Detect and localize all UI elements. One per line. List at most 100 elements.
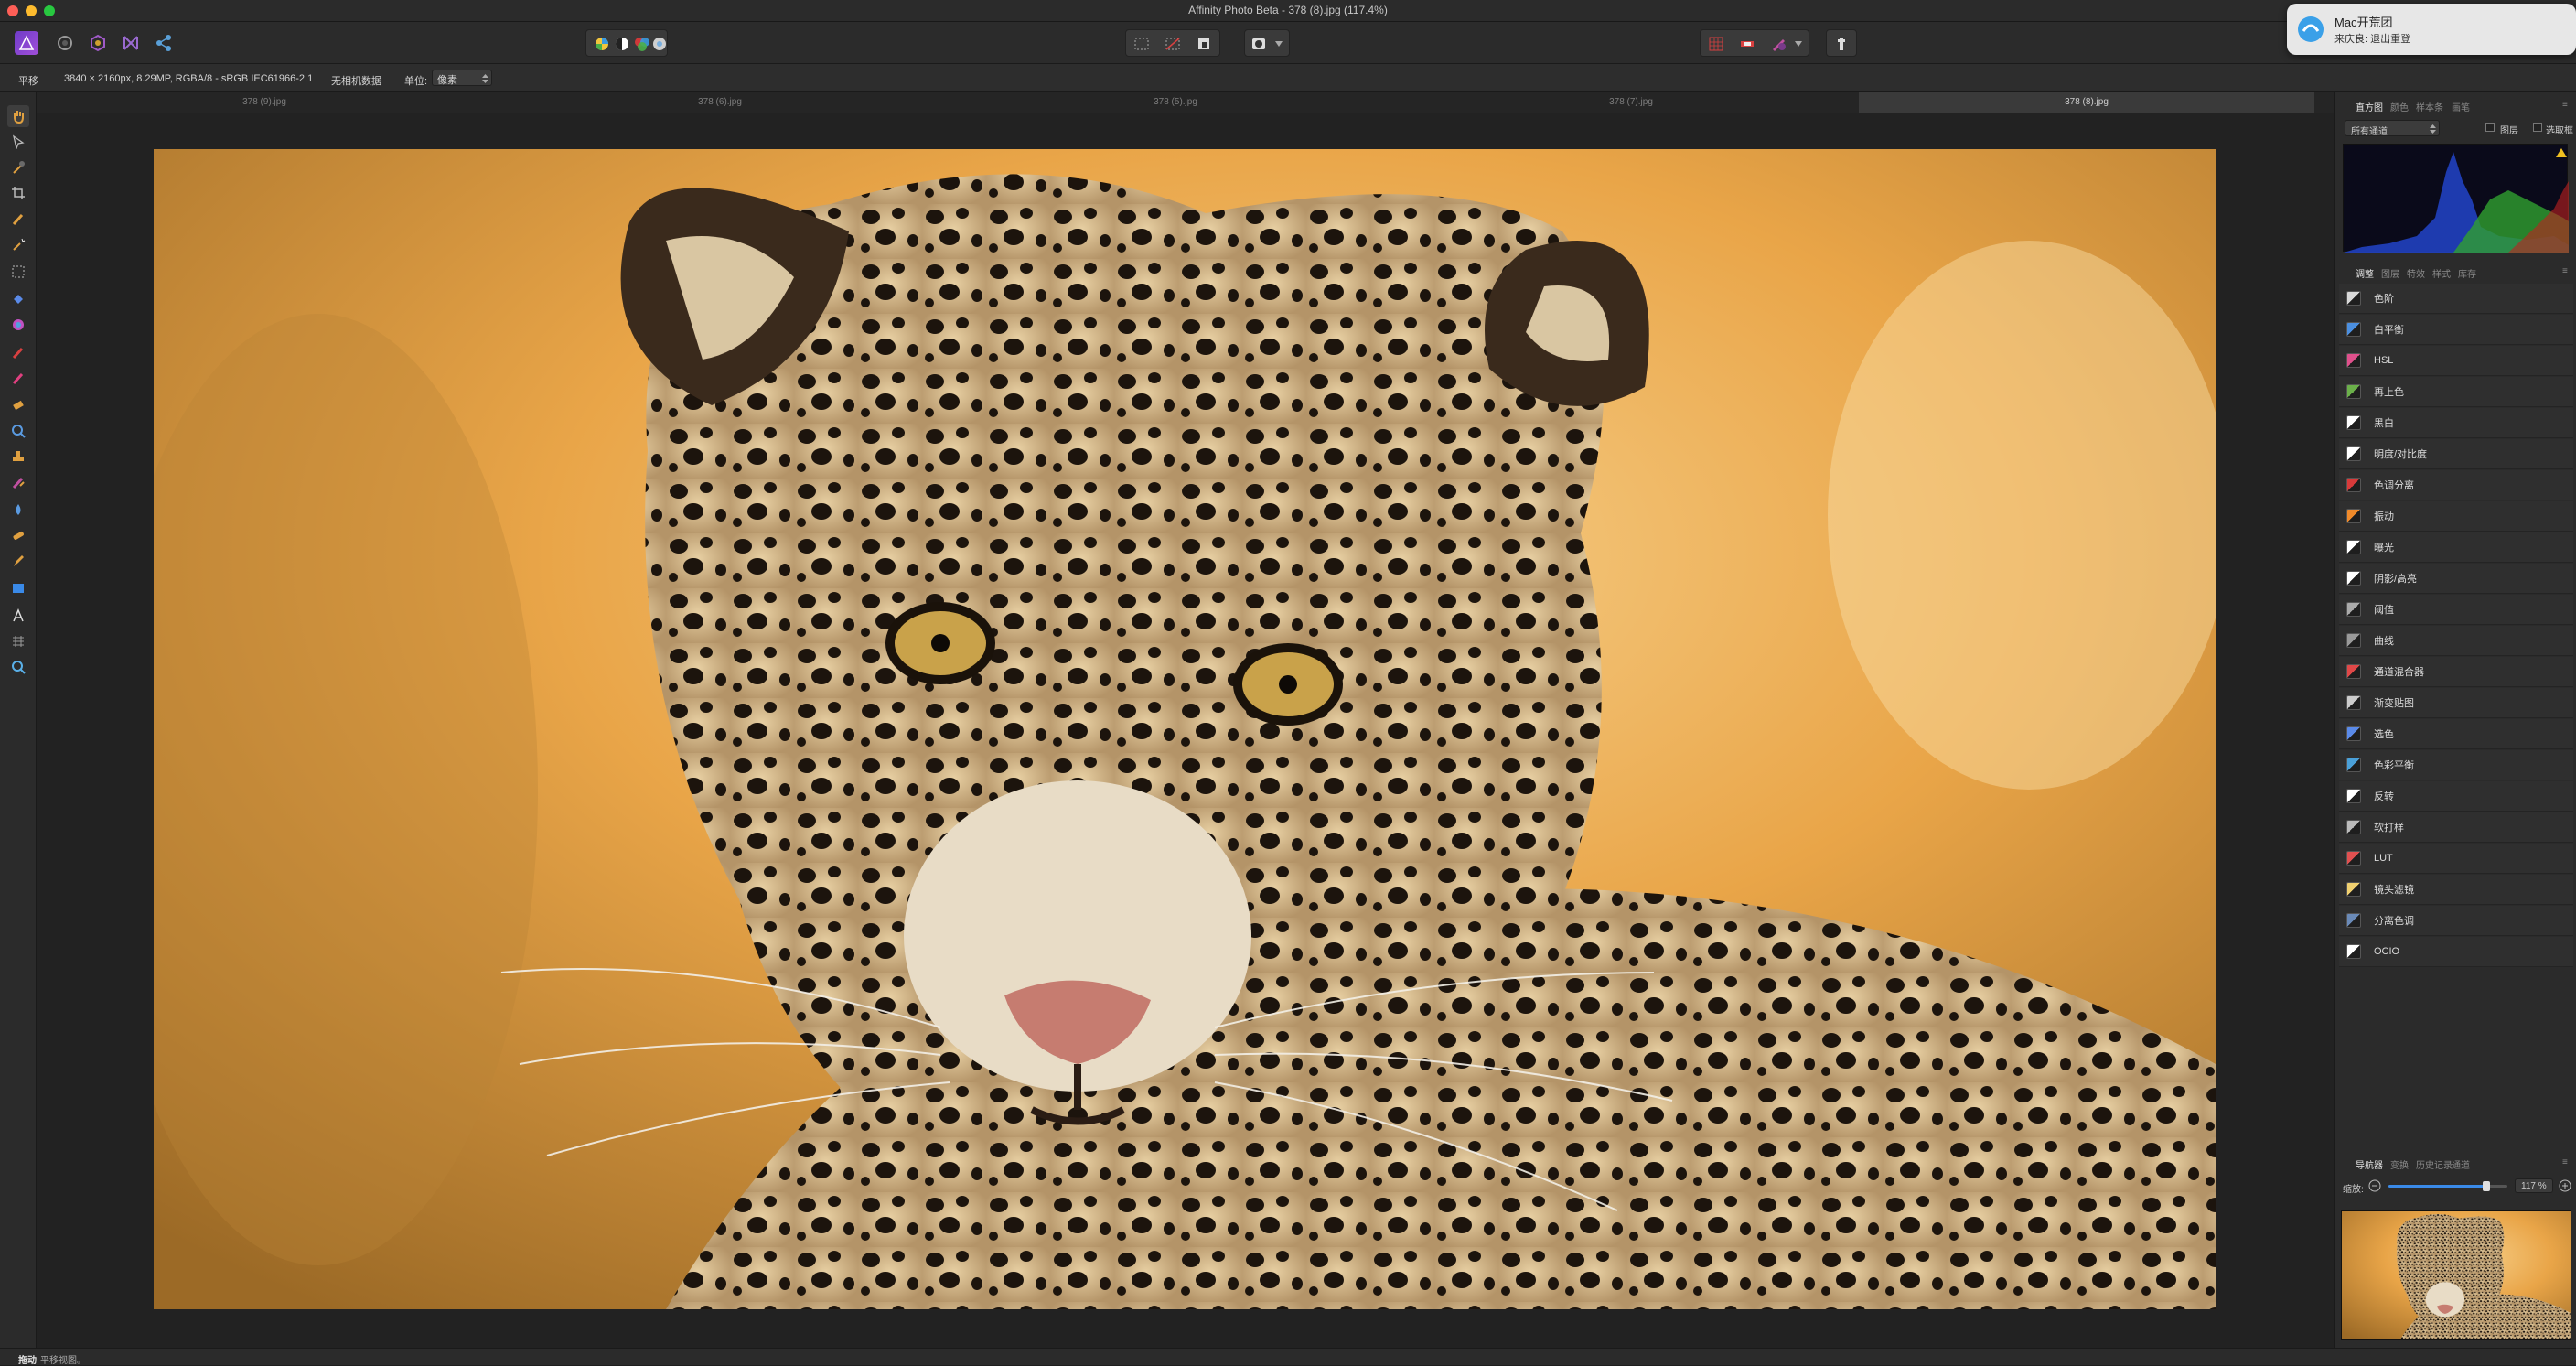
pen-tool[interactable] (7, 550, 29, 572)
document-tab-active[interactable]: 378 (8).jpg (1859, 92, 2314, 113)
crop-tool[interactable] (7, 182, 29, 204)
quick-mask-dropdown[interactable] (1271, 32, 1287, 56)
adjustment-item[interactable]: 黑白 (2339, 408, 2573, 438)
tab-adjustments[interactable]: 调整 (2356, 266, 2374, 280)
stepper-icon (2430, 124, 2436, 134)
panel-menu-icon[interactable]: ≡ (2562, 266, 2568, 276)
color-replacement-tool[interactable] (7, 367, 29, 389)
develop-persona-button[interactable] (86, 31, 110, 55)
tab-color[interactable]: 颜色 (2390, 100, 2409, 113)
channel-select[interactable]: 所有通道 (2345, 120, 2440, 137)
assistant-button[interactable] (1766, 32, 1790, 56)
adjustment-item[interactable]: 色彩平衡 (2339, 750, 2573, 780)
document-tab[interactable]: 378 (5).jpg (948, 92, 1403, 113)
flood-fill-tool[interactable] (7, 288, 29, 310)
paint-brush-tool[interactable] (7, 341, 29, 363)
adjustment-item[interactable]: 明度/对比度 (2339, 439, 2573, 469)
adjustment-item[interactable]: 白平衡 (2339, 315, 2573, 345)
assistant-dropdown[interactable] (1790, 32, 1807, 56)
adjustment-item[interactable]: 分离色调 (2339, 906, 2573, 936)
document-tab[interactable]: 378 (9).jpg (37, 92, 492, 113)
tab-brushes[interactable]: 画笔 (2452, 100, 2470, 113)
gradient-tool[interactable] (7, 314, 29, 336)
adjustment-item[interactable]: 色阶 (2339, 284, 2573, 314)
document-tab[interactable]: 378 (7).jpg (1403, 92, 1859, 113)
export-persona-button[interactable] (152, 31, 176, 55)
adjustment-item[interactable]: 通道混合器 (2339, 657, 2573, 687)
rectangle-tool[interactable] (7, 577, 29, 599)
zoom-value-field[interactable]: 117 % (2515, 1178, 2553, 1193)
layer-checkbox[interactable] (2485, 123, 2495, 132)
adjustment-item[interactable]: 渐变贴图 (2339, 688, 2573, 718)
navigator-preview[interactable] (2341, 1210, 2571, 1340)
zoom-in-icon[interactable] (2559, 1179, 2571, 1192)
force-pixel-alignment-button[interactable] (1735, 32, 1759, 56)
blur-brush-tool[interactable] (7, 499, 29, 521)
move-tool[interactable] (7, 131, 29, 153)
tab-layers[interactable]: 图层 (2381, 266, 2399, 280)
tab-styles[interactable]: 样式 (2432, 266, 2451, 280)
adjustment-item[interactable]: 选色 (2339, 719, 2573, 749)
adjustment-item[interactable]: 阴影/高亮 (2339, 564, 2573, 594)
tab-stock[interactable]: 库存 (2458, 266, 2476, 280)
document-tab[interactable]: 378 (6).jpg (492, 92, 948, 113)
adjustment-item[interactable]: OCIO (2339, 937, 2573, 967)
rectangle-selection-mode-button[interactable] (1130, 32, 1154, 56)
adjustment-icon (2346, 540, 2361, 554)
tab-navigator[interactable]: 导航器 (2356, 1157, 2383, 1171)
color-picker-tool[interactable] (7, 156, 29, 178)
text-tool[interactable] (7, 605, 29, 627)
document-image[interactable] (154, 149, 2216, 1309)
adjustment-label: 通道混合器 (2374, 667, 2424, 678)
view-mode-button[interactable] (1830, 32, 1853, 56)
liquify-persona-button[interactable] (53, 31, 77, 55)
adjustment-item[interactable]: LUT (2339, 844, 2573, 874)
flood-select-tool[interactable] (7, 233, 29, 255)
healing-brush-tool[interactable] (7, 471, 29, 493)
zoom-slider-thumb[interactable] (2482, 1181, 2490, 1191)
deselect-button[interactable] (1161, 32, 1185, 56)
selection-modes-group (1125, 29, 1220, 57)
adjustment-item[interactable]: HSL (2339, 346, 2573, 376)
selection-brush-tool[interactable] (7, 208, 29, 230)
adjustment-item[interactable]: 阈值 (2339, 595, 2573, 625)
tab-channels[interactable]: 通道 (2452, 1157, 2470, 1171)
adjustment-item[interactable]: 振动 (2339, 501, 2573, 532)
adjustment-item[interactable]: 曝光 (2339, 532, 2573, 563)
marquee-checkbox[interactable] (2533, 123, 2542, 132)
tab-swatches[interactable]: 样本条 (2416, 100, 2443, 113)
adjustment-tabs: 调整 图层 特效 样式 库存 ≡ (2335, 263, 2576, 281)
adjustment-item[interactable]: 再上色 (2339, 377, 2573, 407)
adjustment-item[interactable]: 色调分离 (2339, 470, 2573, 500)
mesh-warp-tool[interactable] (7, 630, 29, 652)
snapping-button[interactable] (1704, 32, 1728, 56)
rectangular-marquee-tool[interactable] (7, 261, 29, 283)
panel-menu-icon[interactable]: ≡ (2562, 1157, 2568, 1167)
photo-persona-button[interactable] (15, 31, 38, 55)
system-notification[interactable]: Mac开荒团 来庆良: 退出重登 (2287, 4, 2576, 55)
tab-histogram[interactable]: 直方图 (2356, 100, 2383, 113)
tab-effects[interactable]: 特效 (2407, 266, 2425, 280)
zoom-tool[interactable] (7, 656, 29, 678)
panel-menu-icon[interactable]: ≡ (2562, 100, 2568, 110)
adjustment-label: 分离色调 (2374, 916, 2414, 927)
text-icon (13, 608, 24, 622)
auto-white-balance-button[interactable] (650, 32, 669, 56)
adjustment-item[interactable]: 镜头滤镜 (2339, 875, 2573, 905)
patch-tool[interactable] (7, 524, 29, 546)
adjustment-item[interactable]: 反转 (2339, 781, 2573, 812)
tab-history[interactable]: 历史记录 (2416, 1157, 2453, 1171)
erase-brush-tool[interactable] (7, 394, 29, 416)
adjustment-item[interactable]: 软打样 (2339, 812, 2573, 843)
dodge-tool[interactable] (7, 420, 29, 442)
zoom-out-icon[interactable] (2368, 1179, 2381, 1192)
view-tool[interactable] (7, 105, 29, 127)
tab-transform[interactable]: 变换 (2390, 1157, 2409, 1171)
tone-mapping-persona-button[interactable] (119, 31, 143, 55)
units-select[interactable]: 像素 (432, 70, 492, 86)
clone-brush-tool[interactable] (7, 446, 29, 468)
quick-mask-button[interactable] (1247, 32, 1271, 56)
adjustment-item[interactable]: 曲线 (2339, 626, 2573, 656)
zoom-slider[interactable] (2388, 1181, 2507, 1191)
invert-selection-button[interactable] (1192, 32, 1216, 56)
